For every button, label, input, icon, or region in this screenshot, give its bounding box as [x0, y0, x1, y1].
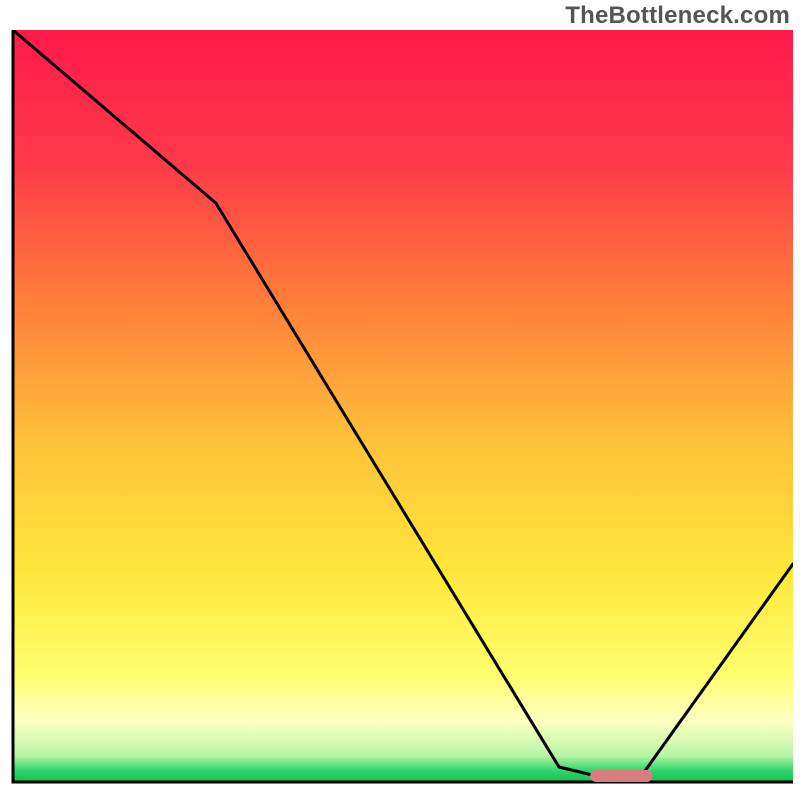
bottleneck-chart [0, 0, 800, 800]
watermark-label: TheBottleneck.com [565, 2, 790, 30]
chart-container: TheBottleneck.com [0, 0, 800, 800]
optimal-range-marker [590, 770, 652, 782]
gradient-background [13, 30, 793, 782]
